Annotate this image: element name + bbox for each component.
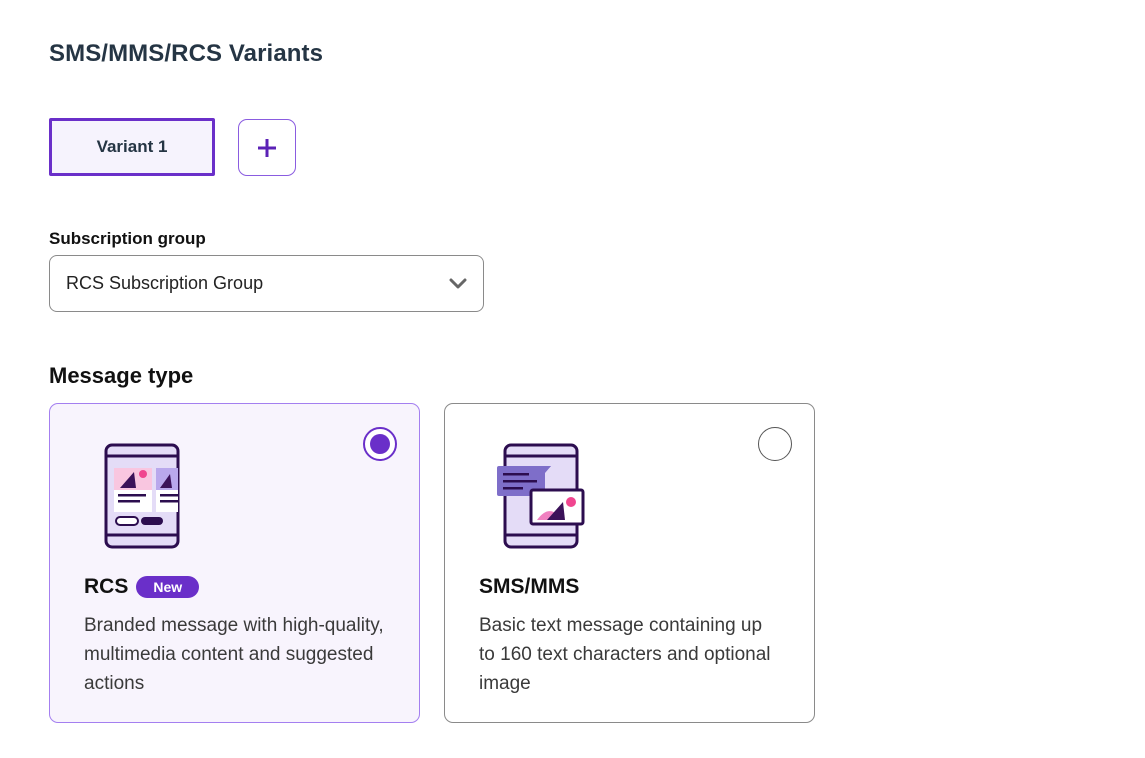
rcs-phone-illustration bbox=[104, 443, 180, 549]
sms-mms-title: SMS/MMS bbox=[479, 575, 580, 598]
variant-tab-label: Variant 1 bbox=[96, 137, 168, 156]
rcs-title: RCS bbox=[84, 575, 129, 598]
rcs-radio[interactable] bbox=[363, 427, 397, 461]
sms-mms-radio[interactable] bbox=[758, 427, 792, 461]
rcs-description: Branded message with high-quality, multi… bbox=[84, 615, 384, 694]
subscription-group-label: Subscription group bbox=[49, 229, 206, 248]
sms-phone-illustration bbox=[497, 443, 585, 549]
chevron-down-icon bbox=[449, 278, 467, 288]
message-type-option-rcs[interactable]: RCS New Branded message with high-qualit… bbox=[49, 403, 420, 723]
sms-mms-description: Basic text message containing up to 160 … bbox=[479, 615, 771, 694]
message-type-label: Message type bbox=[49, 363, 194, 388]
section-title: SMS/MMS/RCS Variants bbox=[49, 40, 324, 67]
rcs-title-row: RCS New bbox=[84, 575, 200, 599]
plus-icon bbox=[258, 138, 276, 157]
subscription-group-value: RCS Subscription Group bbox=[66, 273, 264, 293]
message-type-option-sms-mms[interactable]: SMS/MMS Basic text message containing up… bbox=[444, 403, 815, 723]
new-badge: New bbox=[136, 576, 200, 598]
tab-variant-1[interactable]: Variant 1 bbox=[49, 118, 215, 176]
add-variant-button[interactable] bbox=[238, 119, 296, 176]
sms-mms-title-row: SMS/MMS bbox=[479, 575, 579, 599]
page: SMS/MMS/RCS Variants Variant 1 Subscript… bbox=[0, 0, 1145, 758]
subscription-group-select[interactable]: RCS Subscription Group bbox=[49, 255, 484, 312]
